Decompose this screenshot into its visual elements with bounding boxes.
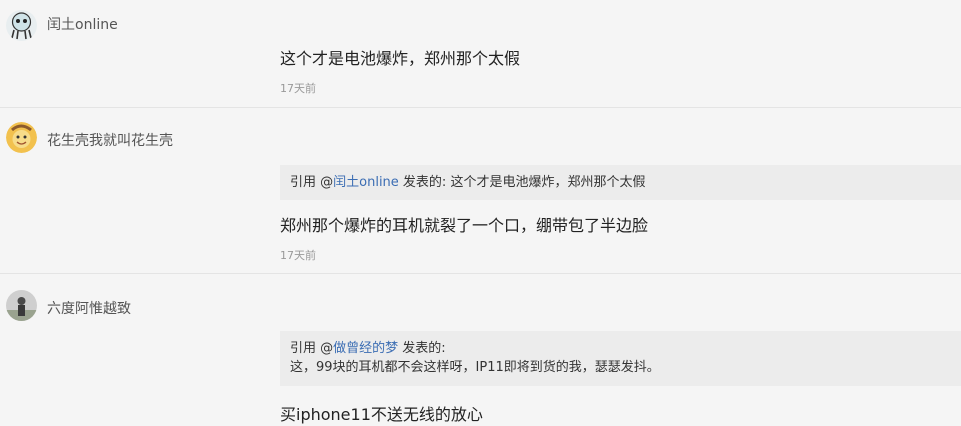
comment-item: 六度阿惟越致 引用 @做曾经的梦 发表的: 这，99块的耳机都不会这样呀，IP1… <box>0 274 961 426</box>
cartoon-face-avatar-icon[interactable] <box>6 122 37 153</box>
comment-username[interactable]: 花生壳我就叫花生壳 <box>47 130 173 150</box>
quote-block: 引用 @闰土online 发表的: 这个才是电池爆炸，郑州那个太假 <box>280 165 961 200</box>
comment-username[interactable]: 闰土online <box>47 14 118 34</box>
quote-block: 引用 @做曾经的梦 发表的: 这，99块的耳机都不会这样呀，IP11即将到货的我… <box>280 331 961 386</box>
quote-user-link[interactable]: 做曾经的梦 <box>333 341 398 356</box>
quote-header: 引用 @做曾经的梦 发表的: <box>290 339 961 358</box>
quote-user-link[interactable]: 闰土online <box>333 175 399 190</box>
quote-suffix: 发表的: <box>398 341 446 356</box>
comment-time: 17天前 <box>280 82 316 95</box>
quote-suffix: 发表的: 这个才是电池爆炸，郑州那个太假 <box>398 175 646 190</box>
person-photo-avatar-icon[interactable] <box>6 290 37 321</box>
comment-item: 闰土online 这个才是电池爆炸，郑州那个太假 17天前 <box>0 0 961 108</box>
quote-body: 这，99块的耳机都不会这样呀，IP11即将到货的我，瑟瑟发抖。 <box>290 360 660 375</box>
comment-time: 17天前 <box>280 249 316 262</box>
comment-text: 买iphone11不送无线的放心 <box>280 405 483 424</box>
squid-cartoon-avatar-icon[interactable] <box>6 10 37 41</box>
comment-text: 这个才是电池爆炸，郑州那个太假 <box>280 49 521 68</box>
quote-prefix: 引用 @ <box>290 341 334 356</box>
quote-prefix: 引用 @ <box>290 175 334 190</box>
comment-username[interactable]: 六度阿惟越致 <box>47 298 131 318</box>
comment-item: 花生壳我就叫花生壳 引用 @闰土online 发表的: 这个才是电池爆炸，郑州那… <box>0 108 961 274</box>
comment-text: 郑州那个爆炸的耳机就裂了一个口，绷带包了半边脸 <box>280 216 649 235</box>
